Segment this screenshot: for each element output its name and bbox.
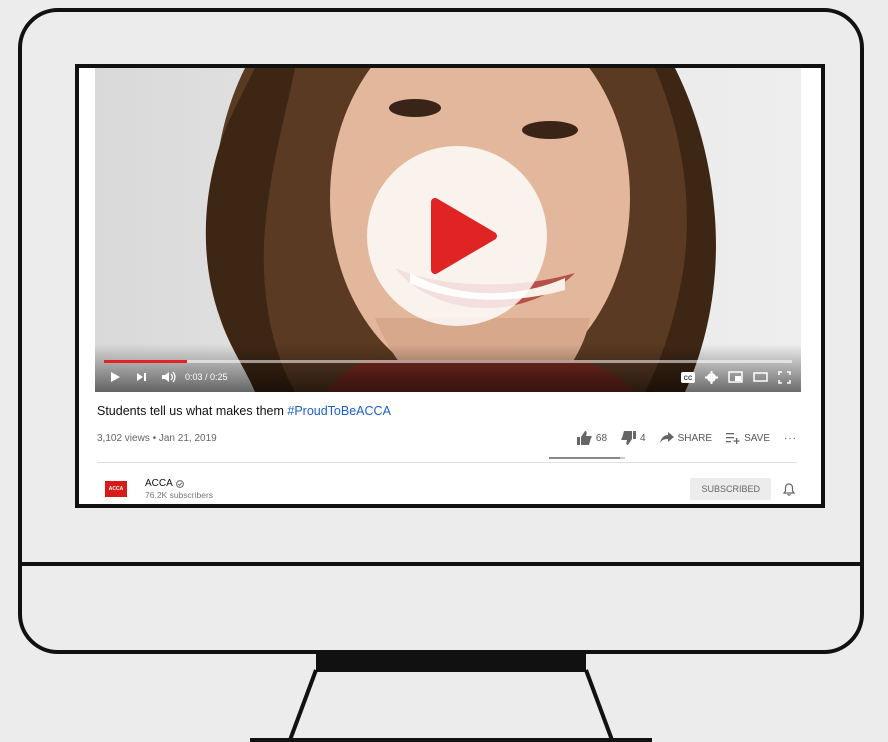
next-icon (137, 373, 146, 381)
channel-info: ACCA 76.2K subscribers (145, 478, 213, 500)
fullscreen-control[interactable] (778, 367, 791, 387)
play-icon (111, 372, 120, 382)
volume-icon (162, 371, 176, 383)
channel-name-wrap[interactable]: ACCA (145, 478, 213, 489)
more-actions-button[interactable]: ··· (784, 433, 797, 444)
fullscreen-icon (778, 370, 791, 384)
captions-icon: CC (681, 371, 695, 383)
like-dislike-bar (549, 457, 625, 459)
thumbs-down-icon (621, 431, 637, 445)
channel-name: ACCA (145, 478, 173, 489)
volume-control[interactable] (161, 367, 177, 387)
video-title: Students tell us what makes them #ProudT… (97, 404, 391, 418)
miniplayer-control[interactable] (728, 367, 743, 387)
save-playlist-icon (726, 433, 740, 444)
monitor-neck (316, 654, 586, 672)
play-control[interactable] (109, 367, 121, 387)
like-button[interactable]: 68 (576, 431, 608, 445)
big-play-button[interactable] (367, 146, 547, 326)
monitor-bezel-divider (22, 562, 860, 566)
subscribed-button[interactable]: SUBSCRIBED (690, 478, 771, 500)
progress-bar[interactable] (104, 360, 792, 363)
player-controls: 0:03 / 0:25 CC (95, 366, 801, 388)
video-meta-row: 3,102 views • Jan 21, 2019 68 4 SHARE SA… (97, 428, 797, 448)
channel-avatar[interactable]: ACCA (105, 481, 127, 497)
save-label: SAVE (744, 432, 770, 444)
theater-icon (753, 372, 768, 382)
notification-bell[interactable] (783, 482, 795, 496)
screen: 0:03 / 0:25 CC Students tell us what mak… (75, 64, 825, 508)
divider (97, 462, 797, 463)
share-label: SHARE (677, 432, 713, 444)
like-ratio-fill (549, 457, 621, 459)
settings-icon (705, 370, 718, 384)
share-icon (659, 432, 674, 443)
video-player[interactable]: 0:03 / 0:25 CC (95, 68, 801, 392)
dislike-button[interactable]: 4 (621, 431, 646, 445)
captions-control[interactable]: CC (681, 367, 695, 387)
views-and-date: 3,102 views • Jan 21, 2019 (97, 432, 217, 444)
theater-control[interactable] (753, 367, 768, 387)
channel-row: ACCA ACCA 76.2K subscribers SUBSCRIBED (105, 472, 795, 504)
progress-fill (104, 360, 187, 363)
title-hashtag-link[interactable]: #ProudToBeACCA (287, 404, 391, 418)
play-icon (431, 198, 497, 274)
settings-control[interactable] (705, 367, 718, 387)
save-button[interactable]: SAVE (726, 432, 770, 444)
video-actions: 68 4 SHARE SAVE ··· (576, 431, 797, 445)
dislike-count: 4 (640, 432, 646, 444)
miniplayer-icon (728, 371, 743, 383)
verified-icon (175, 479, 184, 488)
svg-text:CC: CC (684, 376, 693, 382)
share-button[interactable]: SHARE (659, 432, 713, 444)
thumbs-up-icon (576, 431, 592, 445)
time-display: 0:03 / 0:25 (185, 372, 228, 382)
next-control[interactable] (135, 367, 147, 387)
video-title-text: Students tell us what makes them (97, 404, 288, 418)
subscriber-count: 76.2K subscribers (145, 490, 214, 500)
bell-icon (783, 482, 795, 496)
like-count: 68 (595, 432, 608, 444)
